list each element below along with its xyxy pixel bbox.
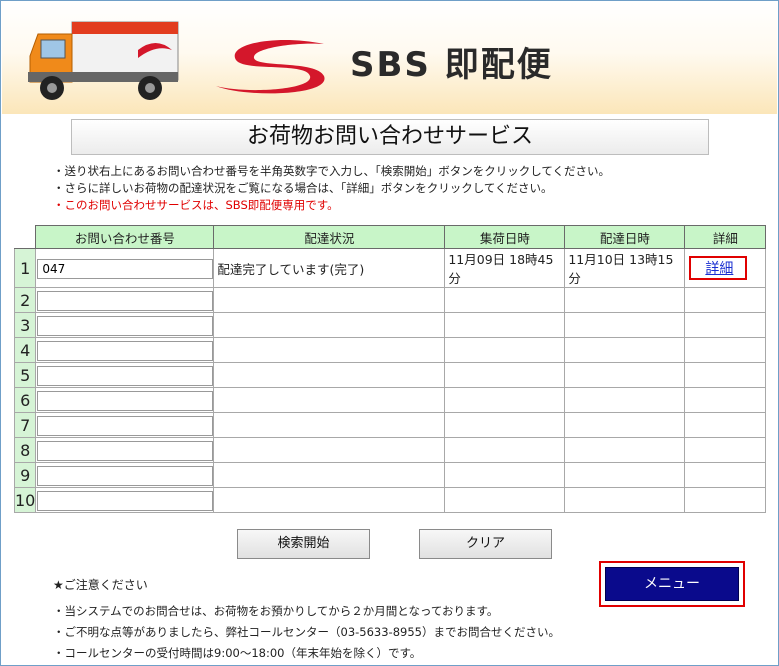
instruction-line-1: ・送り状右上にあるお問い合わせ番号を半角英数字で入力し、「検索開始」ボタンをクリ… xyxy=(53,164,611,178)
row-number: 3 xyxy=(13,312,37,338)
footer-note-1: ・当システムでのお問合せは、お荷物をお預かりしてから２か月間となっております。 xyxy=(53,604,499,618)
footer-note-2: ・ご不明な点等がありましたら、弊社コールセンター（03-5633-8955）まで… xyxy=(53,625,560,639)
table-row: 4 xyxy=(13,337,767,363)
delivery-cell: 11月10日 13時15分 xyxy=(564,248,686,288)
tracking-number-input[interactable] xyxy=(37,340,214,361)
col-header-pickup: 集荷日時 xyxy=(444,225,566,249)
tracking-number-input[interactable] xyxy=(37,465,214,486)
page-title: お荷物お問い合わせサービス xyxy=(71,119,709,155)
table-row: 10 xyxy=(13,487,767,513)
table-row: 2 xyxy=(13,287,767,313)
instruction-line-warning: ・このお問い合わせサービスは、SBS即配便専用です。 xyxy=(53,198,339,212)
tracking-number-input[interactable] xyxy=(37,440,214,461)
col-header-status: 配達状況 xyxy=(213,225,446,249)
clear-button[interactable]: クリア xyxy=(419,529,552,559)
row-number: 6 xyxy=(13,387,37,413)
header-banner: SBS 即配便 xyxy=(2,2,777,114)
page-frame: SBS 即配便 お荷物お問い合わせサービス ・送り状右上にあるお問い合わせ番号を… xyxy=(0,0,779,666)
brand-name: SBS 即配便 xyxy=(350,45,553,85)
sbs-logo-icon xyxy=(216,39,325,94)
row-number: 5 xyxy=(13,362,37,388)
delivery-truck-image xyxy=(28,21,179,100)
table-row: 8 xyxy=(13,437,767,463)
col-header-delivery: 配達日時 xyxy=(564,225,686,249)
footer-note-3: ・コールセンターの受付時間は9:00～18:00（年末年始を除く）です。 xyxy=(53,646,422,660)
menu-button-highlight: メニュー xyxy=(599,561,745,607)
row-number: 7 xyxy=(13,412,37,438)
tracking-number-input[interactable] xyxy=(37,315,214,336)
tracking-number-input[interactable] xyxy=(37,390,214,411)
pickup-cell: 11月09日 18時45分 xyxy=(444,248,566,288)
table-row: 3 xyxy=(13,312,767,338)
table-header-row: お問い合わせ番号 配達状況 集荷日時 配達日時 詳細 xyxy=(14,225,767,249)
table-row: 7 xyxy=(13,412,767,438)
col-header-tracking-number: お問い合わせ番号 xyxy=(35,225,215,249)
status-cell: 配達完了しています(完了) xyxy=(213,248,446,288)
tracking-table: お問い合わせ番号 配達状況 集荷日時 配達日時 詳細 1 配達完了しています(完… xyxy=(13,225,767,513)
row-number: 1 xyxy=(13,248,37,288)
instruction-line-2: ・さらに詳しいお荷物の配達状況をご覧になる場合は、「詳細」ボタンをクリックしてく… xyxy=(53,181,553,195)
table-row: 5 xyxy=(13,362,767,388)
row-number: 4 xyxy=(13,337,37,363)
row-number: 2 xyxy=(13,287,37,313)
tracking-number-input[interactable] xyxy=(37,365,214,386)
caution-title: ★ご注意ください xyxy=(53,578,148,592)
search-button[interactable]: 検索開始 xyxy=(237,529,370,559)
table-row: 9 xyxy=(13,462,767,488)
tracking-number-input[interactable] xyxy=(37,490,214,511)
row-number: 9 xyxy=(13,462,37,488)
footer-notes: ・当システムでのお問合せは、お荷物をお預かりしてから２か月間となっております。 … xyxy=(53,601,560,664)
tracking-number-input[interactable] xyxy=(37,415,214,436)
instructions: ・送り状右上にあるお問い合わせ番号を半角英数字で入力し、「検索開始」ボタンをクリ… xyxy=(53,163,610,214)
table-row: 1 配達完了しています(完了) 11月09日 18時45分 11月10日 13時… xyxy=(13,248,767,288)
table-row: 6 xyxy=(13,387,767,413)
tracking-number-input[interactable] xyxy=(37,290,214,311)
tracking-number-input[interactable] xyxy=(37,258,214,279)
row-number: 8 xyxy=(13,437,37,463)
menu-button[interactable]: メニュー xyxy=(605,567,739,601)
col-header-detail: 詳細 xyxy=(684,225,767,249)
row-number: 10 xyxy=(13,487,37,513)
detail-link[interactable]: 詳細 xyxy=(689,256,748,280)
